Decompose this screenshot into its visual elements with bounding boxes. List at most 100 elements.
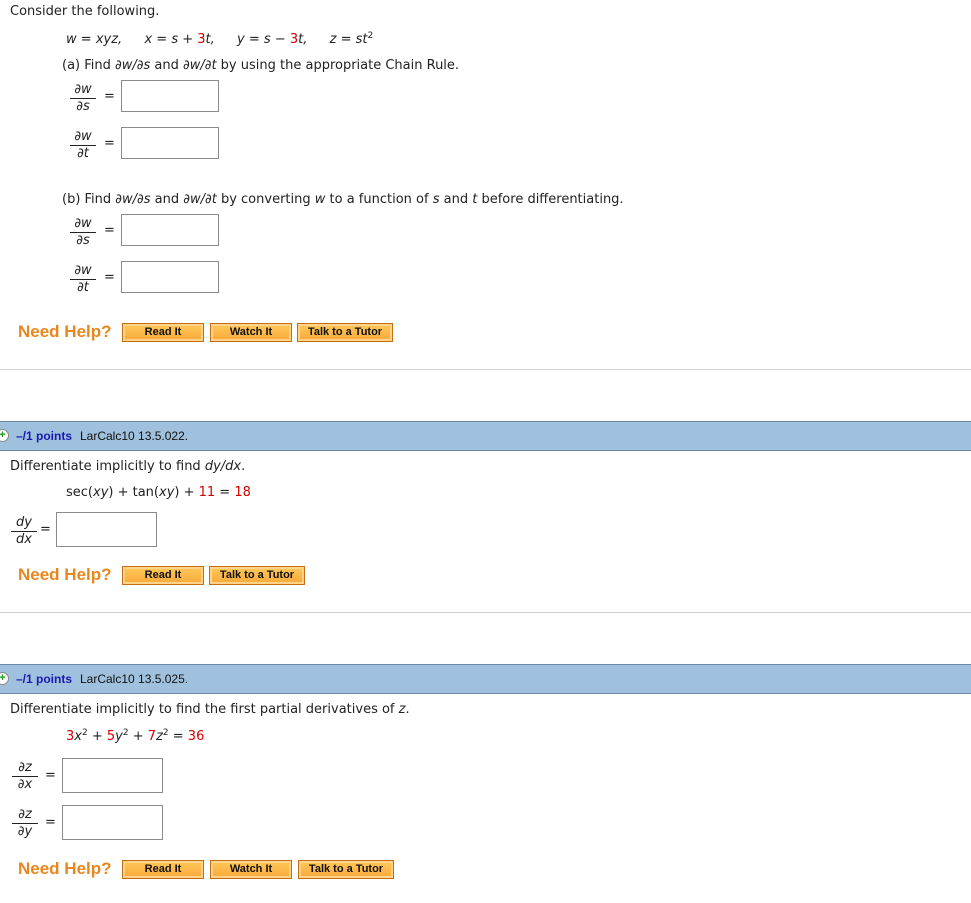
part-b-prefix: (b) Find (62, 192, 116, 207)
answer-input-dz-dx[interactable] (62, 758, 163, 793)
watch-it-button[interactable]: Watch It (210, 323, 292, 342)
read-it-button[interactable]: Read It (122, 323, 204, 342)
question-divider (0, 612, 971, 613)
question-id: LarCalc10 13.5.025. (80, 672, 189, 686)
fraction-dw-ds-a: ∂w ∂s (70, 83, 96, 114)
eq-var: x (74, 729, 82, 744)
expand-plus-icon[interactable]: + (0, 429, 9, 442)
eq-equals: = (168, 729, 188, 744)
fraction-numerator: ∂w (70, 264, 96, 280)
part-a-expr2: ∂w/∂t (182, 58, 217, 73)
eq-y-var: t, (298, 32, 308, 47)
fraction-numerator: ∂w (70, 217, 96, 233)
fraction-denominator: ∂t (77, 280, 89, 295)
fraction-denominator: ∂s (76, 99, 90, 114)
eq-equals: = (215, 485, 235, 500)
eq-plus: + (87, 729, 107, 744)
fraction-dw-dt-b: ∂w ∂t (70, 264, 96, 295)
expand-plus-icon[interactable]: + (0, 672, 9, 685)
eq-x-lhs: x (144, 32, 153, 47)
q3-equation: 3x2 + 5y2 + 7z2 = 36 (66, 729, 205, 745)
answer-input-dw-ds-a[interactable] (121, 80, 219, 112)
talk-to-tutor-button[interactable]: Talk to a Tutor (298, 860, 394, 879)
eq-x-coef: 3 (197, 32, 206, 47)
q2-prompt-expr: dy/dx (204, 459, 242, 474)
part-b-text3: and (439, 192, 473, 207)
eq-coef: 5 (106, 729, 116, 744)
question-header-bar: + –/1 points LarCalc10 13.5.025. (0, 664, 971, 694)
eq-var: xy (159, 485, 175, 500)
question-id: LarCalc10 13.5.022. (80, 429, 189, 443)
equals-sign: = (104, 223, 115, 238)
points-label: –/1 points (16, 672, 73, 686)
fraction-denominator: dx (16, 532, 32, 547)
fraction-denominator: ∂x (17, 777, 33, 792)
talk-to-tutor-button[interactable]: Talk to a Tutor (209, 566, 305, 585)
part-b-expr1: ∂w/∂s (115, 192, 151, 207)
need-help-label: Need Help? (18, 565, 112, 584)
read-it-button[interactable]: Read It (122, 860, 204, 879)
part-b-var-s: s (432, 192, 440, 207)
part-a-mid: and (150, 58, 183, 73)
fraction-dy-dx: dy dx (11, 516, 37, 547)
fraction-dz-dx: ∂z ∂x (12, 761, 38, 792)
eq-z-lhs: z (329, 32, 337, 47)
fraction-numerator: ∂z (12, 808, 38, 824)
eq-rhs: 36 (187, 729, 205, 744)
q2-prompt-pre: Differentiate implicitly to find (10, 459, 205, 474)
part-a-suffix: by using the appropriate Chain Rule. (216, 58, 460, 73)
part-b-text1: by converting (216, 192, 315, 207)
equals-sign: = (45, 768, 56, 783)
answer-input-dw-dt-b[interactable] (121, 261, 219, 293)
eq-var: xy (93, 485, 109, 500)
eq-w-rhs: xyz, (95, 32, 123, 47)
question-header-bar: + –/1 points LarCalc10 13.5.022. (0, 421, 971, 451)
part-b-var-w: w (314, 192, 326, 207)
answer-input-dw-dt-a[interactable] (121, 127, 219, 159)
equals-sign: = (104, 136, 115, 151)
eq-z-rhs: st (355, 32, 368, 47)
q1-equations: w = xyz, x = s + 3t, y = s − 3t, z = st2 (66, 31, 374, 48)
q2-prompt-post: . (241, 459, 246, 474)
q1-part-a-prompt: (a) Find ∂w/∂s and ∂w/∂t by using the ap… (62, 58, 459, 73)
fraction-numerator: dy (11, 516, 37, 532)
eq-part: ) + (174, 485, 199, 500)
answer-input-dz-dy[interactable] (62, 805, 163, 840)
equals-sign: = (45, 815, 56, 830)
q1-intro: Consider the following. (10, 4, 160, 19)
equals-sign: = (104, 89, 115, 104)
fraction-denominator: ∂s (76, 233, 90, 248)
part-b-mid: and (150, 192, 184, 207)
answer-input-dw-ds-b[interactable] (121, 214, 219, 246)
eq-constant: 11 (198, 485, 216, 500)
eq-w-lhs: w (66, 32, 77, 47)
fraction-denominator: ∂t (77, 146, 89, 161)
part-b-text4: before differentiating. (477, 192, 624, 207)
points-label: –/1 points (16, 429, 73, 443)
q3-prompt: Differentiate implicitly to find the fir… (10, 702, 410, 717)
equals-sign: = (40, 522, 51, 537)
eq-var: z (156, 729, 163, 744)
answer-input-dy-dx[interactable] (56, 512, 157, 547)
q2-prompt: Differentiate implicitly to find dy/dx. (10, 459, 245, 474)
fraction-dw-ds-b: ∂w ∂s (70, 217, 96, 248)
read-it-button[interactable]: Read It (122, 566, 204, 585)
part-a-prefix: (a) Find (62, 58, 116, 73)
watch-it-button[interactable]: Watch It (210, 860, 292, 879)
equals-sign: = (104, 270, 115, 285)
q3-prompt-post: . (405, 702, 410, 717)
need-help-label: Need Help? (18, 859, 112, 878)
part-b-expr2: ∂w/∂t (183, 192, 217, 207)
fraction-numerator: ∂w (70, 83, 96, 99)
q3-prompt-pre: Differentiate implicitly to find the fir… (10, 702, 399, 717)
question-divider (0, 369, 971, 370)
fraction-numerator: ∂z (12, 761, 38, 777)
q1-part-b-prompt: (b) Find ∂w/∂s and ∂w/∂t by converting w… (62, 192, 624, 207)
eq-y-pre: s − (263, 32, 290, 47)
talk-to-tutor-button[interactable]: Talk to a Tutor (297, 323, 393, 342)
fraction-denominator: ∂y (17, 824, 33, 839)
eq-y-coef: 3 (289, 32, 299, 47)
eq-x-var: t, (205, 32, 215, 47)
fraction-dw-dt-a: ∂w ∂t (70, 130, 96, 161)
need-help-label: Need Help? (18, 322, 112, 341)
